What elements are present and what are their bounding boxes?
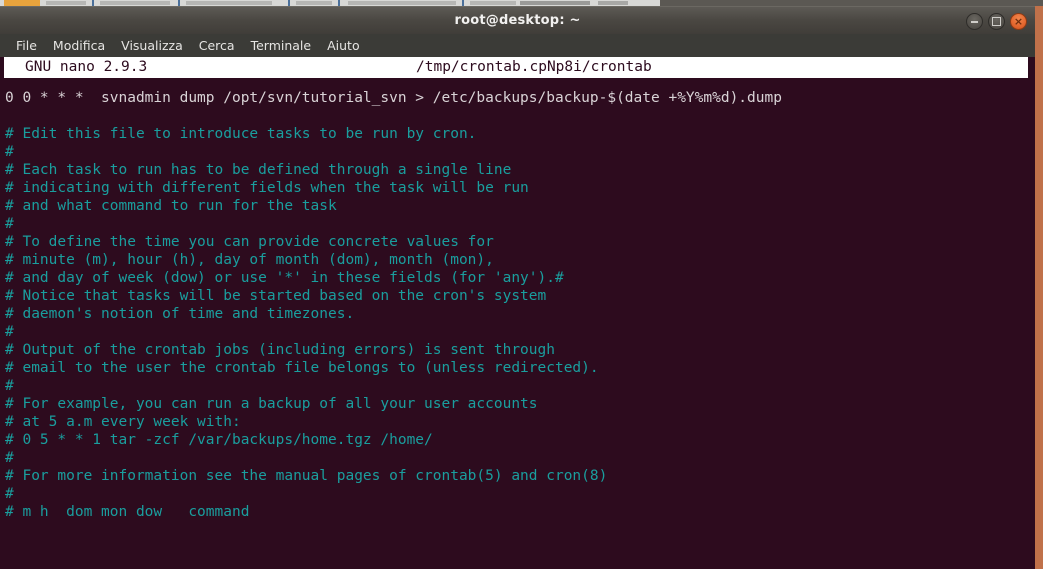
nano-version-label: GNU nano 2.9.3	[25, 59, 148, 75]
close-button[interactable]: ×	[1010, 13, 1027, 30]
editor-line[interactable]: # at 5 a.m every week with:	[4, 413, 1035, 431]
editor-line[interactable]: #	[4, 323, 1035, 341]
editor-line[interactable]: # Notice that tasks will be started base…	[4, 287, 1035, 305]
editor-line[interactable]: # 0 5 * * 1 tar -zcf /var/backups/home.t…	[4, 431, 1035, 449]
editor-line[interactable]: # and what command to run for the task	[4, 197, 1035, 215]
minimize-icon	[967, 14, 982, 29]
editor-line[interactable]: # Each task to run has to be defined thr…	[4, 161, 1035, 179]
terminal-body[interactable]: GNU nano 2.9.3 /tmp/crontab.cpNp8i/cront…	[0, 57, 1035, 569]
editor-line[interactable]: #	[4, 215, 1035, 233]
menu-item-cerca[interactable]: Cerca	[191, 36, 243, 56]
editor-line[interactable]: # email to the user the crontab file bel…	[4, 359, 1035, 377]
editor-line[interactable]: #	[4, 449, 1035, 467]
nano-filename-label: /tmp/crontab.cpNp8i/crontab	[416, 59, 652, 75]
menu-item-terminale[interactable]: Terminale	[243, 36, 320, 56]
maximize-button[interactable]	[988, 13, 1005, 30]
menubar[interactable]: File Modifica Visualizza Cerca Terminale…	[0, 34, 1035, 57]
editor-line[interactable]: # minute (m), hour (h), day of month (do…	[4, 251, 1035, 269]
editor-line[interactable]: #	[4, 485, 1035, 503]
editor-line[interactable]: #	[4, 143, 1035, 161]
editor-line[interactable]: # indicating with different fields when …	[4, 179, 1035, 197]
minimize-button[interactable]	[966, 13, 983, 30]
bg-chip	[46, 1, 86, 5]
editor-line[interactable]: # daemon's notion of time and timezones.	[4, 305, 1035, 323]
window-controls[interactable]: ×	[966, 13, 1027, 30]
editor-line[interactable]: # Edit this file to introduce tasks to b…	[4, 125, 1035, 143]
terminal-window[interactable]: root@desktop: ~ × File Modifica Visualiz…	[0, 6, 1035, 569]
editor-line[interactable]: #	[4, 377, 1035, 395]
bg-chip	[348, 1, 456, 5]
bg-chip	[520, 1, 590, 5]
editor-line[interactable]: # and day of week (dow) or use '*' in th…	[4, 269, 1035, 287]
window-titlebar[interactable]: root@desktop: ~ ×	[0, 6, 1035, 34]
bg-chip	[470, 1, 516, 5]
editor-content[interactable]: 0 0 * * * svnadmin dump /opt/svn/tutoria…	[4, 89, 1035, 521]
bg-chip	[100, 1, 170, 5]
menu-item-aiuto[interactable]: Aiuto	[319, 36, 368, 56]
window-title: root@desktop: ~	[454, 13, 581, 28]
editor-line[interactable]: # For example, you can run a backup of a…	[4, 395, 1035, 413]
editor-line[interactable]: # To define the time you can provide con…	[4, 233, 1035, 251]
menu-item-modifica[interactable]: Modifica	[45, 36, 113, 56]
editor-line[interactable]: # Output of the crontab jobs (including …	[4, 341, 1035, 359]
nano-header-bar: GNU nano 2.9.3 /tmp/crontab.cpNp8i/cront…	[4, 57, 1028, 78]
bg-chip	[598, 1, 628, 5]
editor-line[interactable]: 0 0 * * * svnadmin dump /opt/svn/tutoria…	[4, 89, 1035, 107]
editor-line[interactable]: # m h dom mon dow command	[4, 503, 1035, 521]
menu-item-file[interactable]: File	[8, 36, 45, 56]
close-icon: ×	[1013, 15, 1024, 28]
bg-chip	[296, 1, 332, 5]
editor-line[interactable]: # For more information see the manual pa…	[4, 467, 1035, 485]
editor-line[interactable]	[4, 107, 1035, 125]
maximize-icon	[989, 14, 1004, 29]
bg-chip	[186, 1, 272, 5]
menu-item-visualizza[interactable]: Visualizza	[113, 36, 191, 56]
